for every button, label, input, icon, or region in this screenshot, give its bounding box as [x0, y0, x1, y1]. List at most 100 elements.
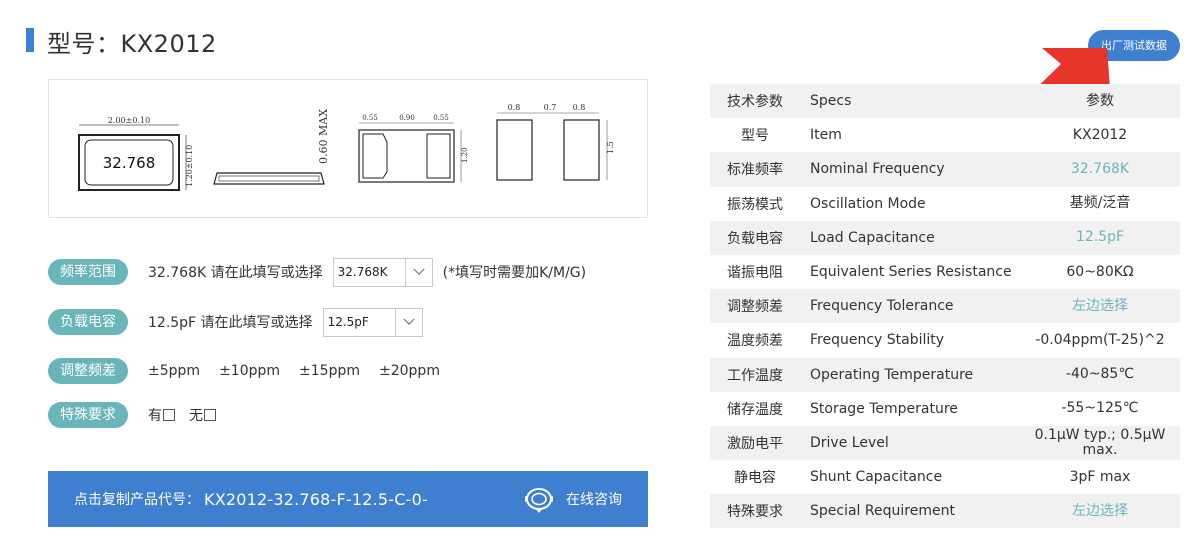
frequency-range-tag: 频率范围	[48, 259, 128, 285]
product-code[interactable]: KX2012-32.768-F-12.5-C-0-	[204, 490, 428, 509]
spec-name-en: Oscillation Mode	[800, 186, 1020, 221]
special-yes-label: 有	[148, 408, 162, 424]
dim-max-height-label: 0.60 MAX	[317, 109, 330, 164]
table-row: 激励电平 Drive Level 0.1μW typ.; 0.5μW max.	[710, 425, 1180, 461]
land-dim-3: 0.8	[573, 103, 586, 112]
frequency-dropdown-button[interactable]	[404, 258, 432, 286]
factory-test-data-button[interactable]: 出厂测试数据	[1088, 30, 1180, 61]
pad-dim-2: 0.90	[399, 114, 415, 122]
spec-value: 左边选择	[1020, 289, 1180, 324]
online-consult-label: 在线咨询	[566, 492, 622, 508]
specs-header-cn: 技术参数	[710, 84, 800, 119]
headset-chat-icon	[525, 488, 553, 513]
load-cap-dropdown-button[interactable]	[394, 308, 422, 336]
load-cap-prompt: 12.5pF 请在此填写或选择	[148, 315, 313, 331]
spec-name-en: Drive Level	[800, 425, 1020, 461]
dim-height-label: 1.20±0.10	[185, 145, 194, 187]
spec-name-cn: 型号	[710, 118, 800, 153]
frequency-hint: (*填写时需要加K/M/G)	[442, 265, 587, 281]
spec-value: -40~85℃	[1020, 357, 1180, 392]
table-row: 工作温度 Operating Temperature -40~85℃	[710, 357, 1180, 392]
dimension-drawing: 2.00±0.10 32.768 1.20±0.10 0.60 MAX 0.55…	[48, 79, 648, 218]
tolerance-tag: 调整频差	[48, 358, 128, 384]
title-accent-bar	[26, 28, 34, 52]
special-yes-option[interactable]: 有	[148, 405, 175, 425]
special-no-checkbox[interactable]	[204, 409, 216, 421]
table-row: 温度频差 Frequency Stability -0.04ppm(T-25)^2	[710, 323, 1180, 358]
specs-header-en: Specs	[800, 84, 1020, 119]
pad-dim-side: 1.20	[461, 147, 469, 163]
table-row: 调整频差 Frequency Tolerance 左边选择	[710, 289, 1180, 324]
spec-name-en: Equivalent Series Resistance	[800, 254, 1020, 290]
spec-value: 32.768K	[1020, 152, 1180, 187]
spec-name-cn: 调整频差	[710, 289, 800, 324]
table-row: 静电容 Shunt Capacitance 3pF max	[710, 460, 1180, 495]
spec-name-en: Load Capacitance	[800, 220, 1020, 255]
tolerance-option-20ppm[interactable]: ±20ppm	[379, 363, 440, 379]
load-cap-select-value[interactable]: 12.5pF	[324, 309, 395, 336]
specs-header-val: 参数	[1020, 84, 1180, 119]
table-row: 标准频率 Nominal Frequency 32.768K	[710, 152, 1180, 187]
dim-width-label: 2.00±0.10	[108, 116, 150, 125]
spec-value: 基频/泛音	[1020, 186, 1180, 221]
spec-value: 3pF max	[1020, 460, 1180, 495]
spec-name-en: Shunt Capacitance	[800, 460, 1020, 495]
spec-name-cn: 负载电容	[710, 220, 800, 255]
frequency-select-value[interactable]: 32.768K	[334, 259, 405, 286]
spec-value: 60~80KΩ	[1020, 254, 1180, 290]
spec-value: 0.1μW typ.; 0.5μW max.	[1020, 425, 1180, 461]
frequency-prompt: 32.768K 请在此填写或选择	[148, 265, 323, 281]
spec-name-en: Frequency Stability	[800, 323, 1020, 358]
spec-name-cn: 静电容	[710, 460, 800, 495]
spec-name-en: Nominal Frequency	[800, 152, 1020, 187]
spec-name-cn: 储存温度	[710, 391, 800, 426]
frequency-option-row: 频率范围 32.768K 请在此填写或选择 32.768K (*填写时需要加K/…	[48, 257, 587, 287]
specs-header-row: 技术参数 Specs 参数	[710, 84, 1180, 119]
spec-name-cn: 标准频率	[710, 152, 800, 187]
land-dim-1: 0.8	[508, 103, 521, 112]
page-title: 型号：KX2012	[47, 30, 217, 58]
special-option-row: 特殊要求 有 无	[48, 402, 216, 428]
spec-name-cn: 温度频差	[710, 323, 800, 358]
online-consult-button[interactable]: 在线咨询	[524, 471, 622, 527]
spec-name-en: Frequency Tolerance	[800, 289, 1020, 324]
special-yes-checkbox[interactable]	[163, 409, 175, 421]
spec-name-cn: 特殊要求	[710, 494, 800, 529]
table-row: 振荡模式 Oscillation Mode 基频/泛音	[710, 186, 1180, 221]
table-row: 储存温度 Storage Temperature -55~125℃	[710, 391, 1180, 426]
land-dim-side: 1.5	[606, 141, 615, 154]
tolerance-option-10ppm[interactable]: ±10ppm	[219, 363, 280, 379]
spec-value: KX2012	[1020, 118, 1180, 153]
spec-name-en: Special Requirement	[800, 494, 1020, 529]
spec-value: 左边选择	[1020, 494, 1180, 529]
chevron-down-icon	[402, 313, 415, 325]
table-row: 特殊要求 Special Requirement 左边选择	[710, 494, 1180, 529]
table-row: 型号 Item KX2012	[710, 118, 1180, 153]
load-cap-select[interactable]: 12.5pF	[322, 307, 423, 337]
spec-name-en: Item	[800, 118, 1020, 153]
copy-product-code-bar[interactable]: 点击复制产品代号： KX2012-32.768-F-12.5-C-0- 在线咨询	[48, 471, 648, 527]
special-no-label: 无	[189, 408, 203, 424]
spec-name-en: Operating Temperature	[800, 357, 1020, 392]
load-capacitance-tag: 负载电容	[48, 309, 128, 335]
spec-name-cn: 激励电平	[710, 425, 800, 461]
spec-name-cn: 工作温度	[710, 357, 800, 392]
spec-name-cn: 谐振电阻	[710, 254, 800, 290]
table-row: 谐振电阻 Equivalent Series Resistance 60~80KΩ	[710, 254, 1180, 290]
tolerance-option-15ppm[interactable]: ±15ppm	[299, 363, 360, 379]
marking-label: 32.768	[103, 154, 156, 172]
frequency-select[interactable]: 32.768K	[332, 257, 433, 287]
spec-value: -55~125℃	[1020, 391, 1180, 426]
spec-value: 12.5pF	[1020, 220, 1180, 255]
pad-dim-1: 0.55	[362, 114, 378, 122]
table-row: 负载电容 Load Capacitance 12.5pF	[710, 220, 1180, 255]
tolerance-option-row: 调整频差 ±5ppm ±10ppm ±15ppm ±20ppm	[48, 358, 440, 384]
land-dim-2: 0.7	[544, 103, 557, 112]
pad-dim-3: 0.55	[433, 114, 449, 122]
spec-name-en: Storage Temperature	[800, 391, 1020, 426]
copy-code-label: 点击复制产品代号：	[74, 492, 200, 508]
tolerance-option-5ppm[interactable]: ±5ppm	[148, 363, 200, 379]
special-no-option[interactable]: 无	[189, 405, 216, 425]
specs-table: 技术参数 Specs 参数 型号 Item KX2012 标准频率 Nominal Fr…	[710, 84, 1180, 529]
special-requirement-tag: 特殊要求	[48, 402, 128, 428]
